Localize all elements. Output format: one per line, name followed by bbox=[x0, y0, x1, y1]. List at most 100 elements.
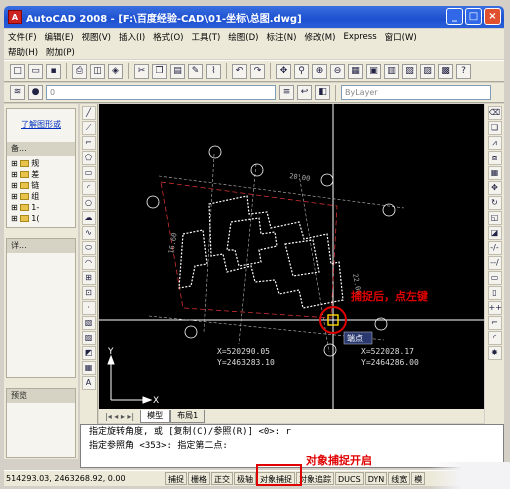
status-toggle[interactable]: 栅格 bbox=[188, 472, 210, 485]
mirror-icon[interactable]: ⩘ bbox=[487, 136, 502, 150]
zoom-previous-icon[interactable]: ⊖ bbox=[330, 63, 345, 79]
tool-palettes-icon[interactable]: ▥ bbox=[384, 63, 399, 79]
revision-cloud-icon[interactable]: ☁ bbox=[81, 211, 96, 225]
tab-layout1[interactable]: 布局1 bbox=[170, 409, 206, 423]
calculator-icon[interactable]: ▩ bbox=[438, 63, 453, 79]
color-combo[interactable]: ByLayer bbox=[341, 85, 491, 100]
copy-object-icon[interactable]: ❏ bbox=[487, 121, 502, 135]
break-point-icon[interactable]: ▭ bbox=[487, 271, 502, 285]
tree-item[interactable]: ⊞ 规 bbox=[11, 158, 71, 169]
layer-manager-icon[interactable]: ≋ bbox=[10, 85, 25, 100]
menu-item[interactable]: 绘图(D) bbox=[228, 31, 258, 43]
make-current-layer-icon[interactable]: ≡ bbox=[279, 85, 294, 100]
menu-item[interactable]: 文件(F) bbox=[8, 31, 37, 43]
offset-icon[interactable]: ⧈ bbox=[487, 151, 502, 165]
status-toggle[interactable]: 极轴 bbox=[234, 472, 256, 485]
menu-item[interactable]: 窗口(W) bbox=[385, 31, 417, 43]
ellipse-arc-icon[interactable]: ◠ bbox=[81, 256, 96, 270]
pan-icon[interactable]: ✥ bbox=[276, 63, 291, 79]
layer-state-icon[interactable]: ◧ bbox=[315, 85, 330, 100]
menu-item[interactable]: 帮助(H) bbox=[8, 46, 38, 58]
tree-item[interactable]: ⊞ 差 bbox=[11, 169, 71, 180]
menu-item[interactable]: Express bbox=[343, 32, 376, 42]
menu-item[interactable]: 附加(P) bbox=[46, 46, 75, 58]
point-icon[interactable]: · bbox=[81, 301, 96, 315]
scale-icon[interactable]: ◱ bbox=[487, 211, 502, 225]
tree-item[interactable]: ⊞ 1( bbox=[11, 213, 71, 224]
menu-item[interactable]: 视图(V) bbox=[82, 31, 111, 43]
zoom-window-icon[interactable]: ⊕ bbox=[312, 63, 327, 79]
hatch-icon[interactable]: ▧ bbox=[81, 316, 96, 330]
tree-item[interactable]: ⊞ 组 bbox=[11, 191, 71, 202]
autocad-app-icon[interactable]: A bbox=[8, 10, 22, 24]
minimize-button[interactable]: _ bbox=[446, 8, 463, 25]
sheet-set-icon[interactable]: ▧ bbox=[402, 63, 417, 79]
open-folder-icon[interactable]: ▭ bbox=[28, 63, 43, 79]
rectangle-icon[interactable]: ▭ bbox=[81, 166, 96, 180]
break-icon[interactable]: ▯ bbox=[487, 286, 502, 300]
status-toggle[interactable]: 正交 bbox=[211, 472, 233, 485]
match-properties-icon[interactable]: ✎ bbox=[188, 63, 203, 79]
text-icon[interactable]: A bbox=[81, 376, 96, 390]
fillet-icon[interactable]: ◜ bbox=[487, 331, 502, 345]
copy-icon[interactable]: ❐ bbox=[152, 63, 167, 79]
brush-icon[interactable]: ⌇ bbox=[206, 63, 221, 79]
line-icon[interactable]: ╱ bbox=[81, 106, 96, 120]
layer-combo[interactable]: 0 bbox=[46, 85, 276, 100]
menu-item[interactable]: 编辑(E) bbox=[45, 31, 74, 43]
insert-block-icon[interactable]: ⊞ bbox=[81, 271, 96, 285]
design-center-icon[interactable]: ▣ bbox=[366, 63, 381, 79]
menu-item[interactable]: 格式(O) bbox=[153, 31, 183, 43]
markup-icon[interactable]: ▨ bbox=[420, 63, 435, 79]
print-icon[interactable]: ⎙ bbox=[72, 63, 87, 79]
menu-item[interactable]: 工具(T) bbox=[191, 31, 220, 43]
move-icon[interactable]: ✥ bbox=[487, 181, 502, 195]
trim-icon[interactable]: -/- bbox=[487, 241, 502, 255]
spline-icon[interactable]: ∿ bbox=[81, 226, 96, 240]
status-toggle[interactable]: DYN bbox=[364, 472, 388, 485]
maximize-button[interactable]: □ bbox=[465, 8, 482, 25]
preview-icon[interactable]: ◫ bbox=[90, 63, 105, 79]
publish-icon[interactable]: ◈ bbox=[108, 63, 123, 79]
polygon-icon[interactable]: ⬠ bbox=[81, 151, 96, 165]
menu-item[interactable]: 标注(N) bbox=[266, 31, 296, 43]
properties-icon[interactable]: ▦ bbox=[348, 63, 363, 79]
join-icon[interactable]: ++ bbox=[487, 301, 502, 315]
status-toggle[interactable]: 模 bbox=[411, 472, 426, 485]
status-toggle[interactable]: DUCS bbox=[335, 472, 364, 485]
layer-previous-icon[interactable]: ↩ bbox=[297, 85, 312, 100]
tab-nav-arrows[interactable]: |◂ ◂ ▸ ▸| bbox=[99, 412, 140, 421]
save-icon[interactable]: ▪ bbox=[46, 63, 61, 79]
array-icon[interactable]: ▦ bbox=[487, 166, 502, 180]
help-icon[interactable]: ? bbox=[456, 63, 471, 79]
zoom-realtime-icon[interactable]: ⚲ bbox=[294, 63, 309, 79]
stretch-icon[interactable]: ◪ bbox=[487, 226, 502, 240]
redo-icon[interactable]: ↷ bbox=[250, 63, 265, 79]
make-block-icon[interactable]: ⊡ bbox=[81, 286, 96, 300]
arc-icon[interactable]: ◜ bbox=[81, 181, 96, 195]
menu-item[interactable]: 修改(M) bbox=[304, 31, 335, 43]
status-toggle[interactable]: 捕捉 bbox=[165, 472, 187, 485]
ellipse-icon[interactable]: ⬭ bbox=[81, 241, 96, 255]
extend-icon[interactable]: --/ bbox=[487, 256, 502, 270]
explode-icon[interactable]: ✸ bbox=[487, 346, 502, 360]
undo-icon[interactable]: ↶ bbox=[232, 63, 247, 79]
rotate-icon[interactable]: ↻ bbox=[487, 196, 502, 210]
paste-icon[interactable]: ▤ bbox=[170, 63, 185, 79]
status-toggle[interactable]: 线宽 bbox=[388, 472, 411, 485]
circle-icon[interactable]: ○ bbox=[81, 196, 96, 210]
close-button[interactable]: × bbox=[484, 8, 501, 25]
table-icon[interactable]: ▦ bbox=[81, 361, 96, 375]
menu-item[interactable]: 插入(I) bbox=[119, 31, 145, 43]
region-icon[interactable]: ◩ bbox=[81, 346, 96, 360]
tree-item[interactable]: ⊞ 1- bbox=[11, 202, 71, 213]
gradient-icon[interactable]: ▨ bbox=[81, 331, 96, 345]
tab-model[interactable]: 模型 bbox=[140, 409, 171, 423]
construction-line-icon[interactable]: ⟋ bbox=[81, 121, 96, 135]
drawing-canvas[interactable]: 20.00 22.00 16.60 X=520290.05 Y=2463283.… bbox=[99, 104, 484, 409]
new-file-icon[interactable]: □ bbox=[10, 63, 25, 79]
polyline-icon[interactable]: ⌐ bbox=[81, 136, 96, 150]
tree-item[interactable]: ⊞ 链 bbox=[11, 180, 71, 191]
chamfer-icon[interactable]: ⌐ bbox=[487, 316, 502, 330]
cut-icon[interactable]: ✂ bbox=[134, 63, 149, 79]
